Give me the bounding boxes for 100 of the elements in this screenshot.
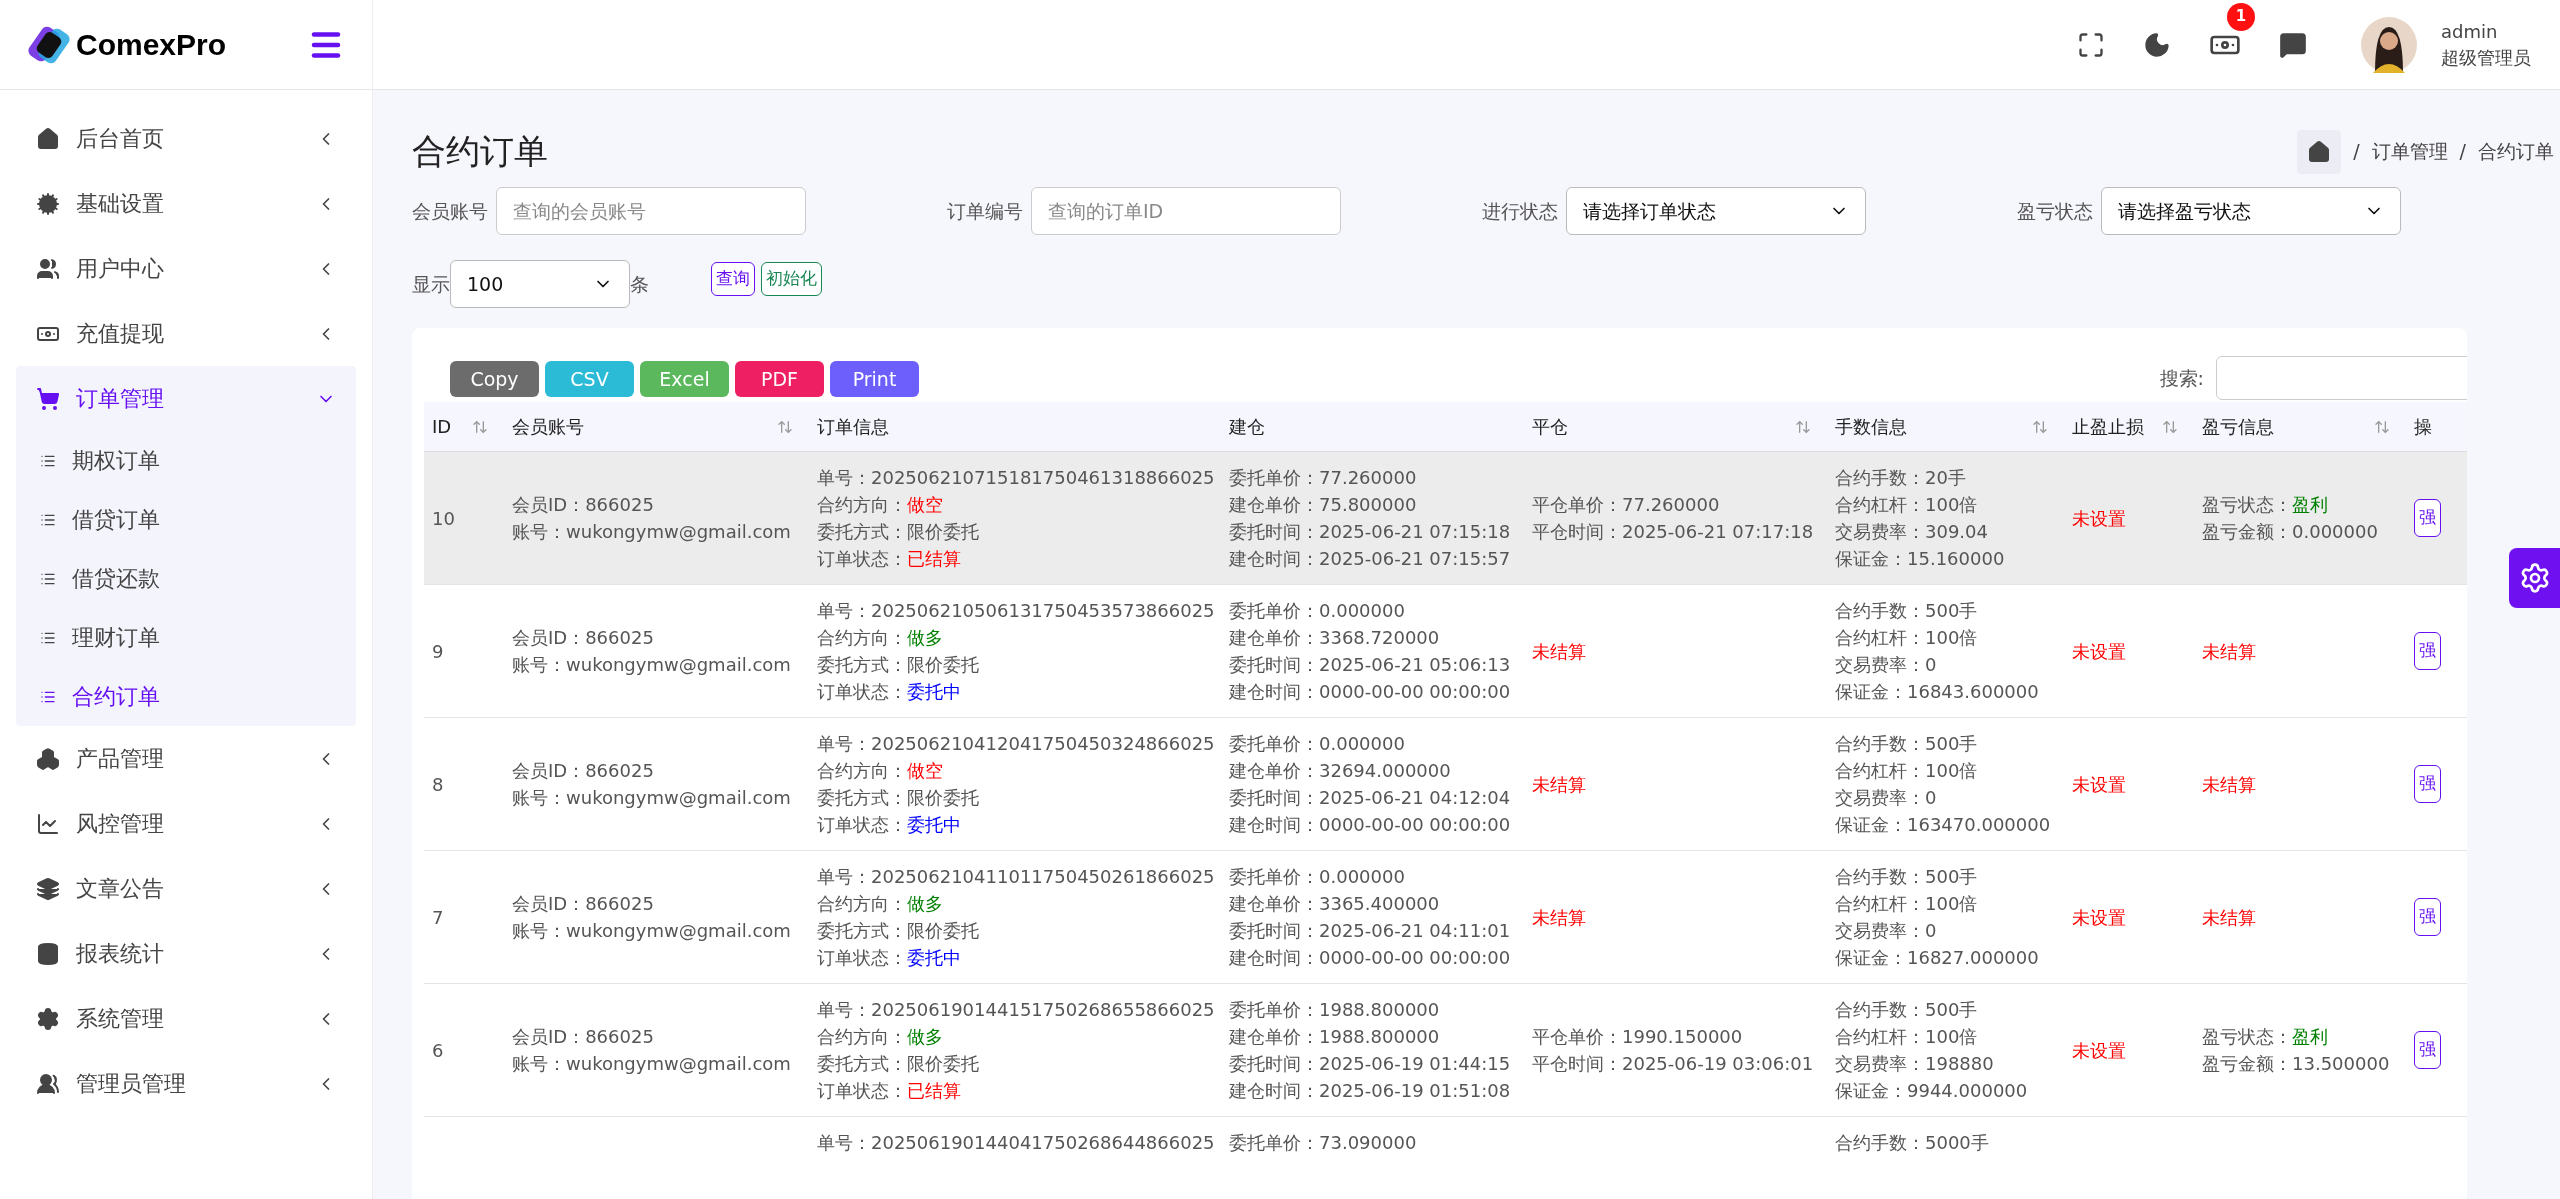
field-label: 合约手数： [1835,865,1925,889]
field-label: 委托单价： [1229,732,1319,756]
field-label: 保证金： [1835,1079,1907,1103]
notification-badge: 1 [2227,2,2255,31]
page-size-label: 显示 [412,271,450,297]
field-value: 198880 [1925,1052,1994,1076]
field-label: 单号： [817,865,871,889]
table-cell: 8 [432,773,444,795]
sidebar-item[interactable]: 文章公告 [16,856,356,921]
column-header[interactable]: 平仓 [1532,413,1568,440]
export-button[interactable]: Print [830,361,919,397]
sidebar-item[interactable]: 报表统计 [16,921,356,986]
member-text: 账号：wukongymw@gmail.com [512,520,792,544]
sidebar-item[interactable]: 后台首页 [16,106,356,171]
field-label: 交易费率： [1835,520,1925,544]
user-name: admin [2441,19,2499,44]
column-header[interactable]: 会员账号 [512,413,584,440]
status-text: 已结算 [907,547,961,571]
column-header[interactable]: 订单信息 [817,413,889,440]
sidebar-item[interactable]: 充值提现 [16,301,356,366]
field-value: 202506210715181750461318866025 [871,466,1215,490]
field-label: 合约手数： [1835,998,1925,1022]
status-text: 未结算 [1532,905,1586,930]
column-header[interactable]: 建仓 [1229,413,1265,440]
user-role: 超级管理员 [2441,45,2531,70]
field-label: 委托单价： [1229,998,1319,1022]
field-value: 限价委托 [907,653,979,677]
field-value: 15.160000 [1907,547,2005,571]
field-label: 建仓单价： [1229,626,1319,650]
member-text: 账号：wukongymw@gmail.com [512,919,792,943]
field-value: 0000-00-00 00:00:00 [1319,680,1511,704]
field-value: 20手 [1925,466,1966,490]
filter-button[interactable]: 查询 [711,262,755,296]
field-label: 合约杠杆： [1835,626,1925,650]
submenu-item[interactable]: 借贷还款 [16,549,356,608]
field-value: 2025-06-21 04:11:01 [1319,919,1511,943]
search-label: 搜索: [2159,365,2204,391]
field-value: 202506210411011750450261866025 [871,865,1215,889]
brand-name: ComexPro [76,27,227,63]
action-button[interactable]: 强 [2414,632,2441,670]
filter-input[interactable]: 查询的会员账号 [496,187,806,235]
field-label: 建仓时间： [1229,946,1319,970]
field-value: 3365.400000 [1319,892,1440,916]
field-value: 100倍 [1925,1025,1978,1049]
submenu-item[interactable]: 合约订单 [16,667,356,726]
column-header[interactable]: ID [432,413,452,440]
field-label: 平仓单价： [1532,493,1622,517]
page-size-select[interactable]: 100 [450,260,630,308]
filter-select[interactable]: 请选择订单状态 [1566,187,1866,235]
field-label: 建仓时间： [1229,547,1319,571]
field-label: 交易费率： [1835,653,1925,677]
column-header[interactable]: 止盈止损 [2072,413,2144,440]
field-value: 13.500000 [2292,1052,2390,1076]
field-value: 限价委托 [907,520,979,544]
field-value: 77.260000 [1622,493,1720,517]
sidebar-item[interactable]: 管理员管理 [16,1051,356,1116]
table-cell: 10 [432,507,455,529]
column-header[interactable]: 手数信息 [1835,413,1907,440]
column-header[interactable]: 操 [2414,413,2432,440]
field-value: 2025-06-21 04:12:04 [1319,786,1511,810]
sidebar-item[interactable]: 用户中心 [16,236,356,301]
field-label: 合约杠杆： [1835,493,1925,517]
sidebar-item[interactable]: 系统管理 [16,986,356,1051]
filter-input[interactable]: 查询的订单ID [1031,187,1341,235]
field-value: 2025-06-19 03:06:01 [1622,1052,1814,1076]
breadcrumb-item[interactable]: 订单管理 [2371,137,2448,166]
field-value: 202506190144151750268655866025 [871,998,1215,1022]
status-text: 未结算 [2202,905,2256,930]
column-header[interactable]: 盈亏信息 [2202,413,2274,440]
status-text: 未结算 [2202,639,2256,664]
filter-button[interactable]: 初始化 [761,262,822,296]
field-label: 委托方式： [817,653,907,677]
field-label: 合约方向： [817,493,907,517]
table-cell: 7 [432,906,444,928]
action-button[interactable]: 强 [2414,898,2441,936]
field-value: 2025-06-21 07:15:57 [1319,547,1511,571]
action-button[interactable]: 强 [2414,1031,2441,1069]
action-button[interactable]: 强 [2414,765,2441,803]
field-label: 单号： [817,998,871,1022]
field-label: 交易费率： [1835,919,1925,943]
filter-select[interactable]: 请选择盈亏状态 [2101,187,2401,235]
field-value: 73.090000 [1319,1131,1417,1155]
submenu-item[interactable]: 理财订单 [16,608,356,667]
submenu-item[interactable]: 期权订单 [16,431,356,490]
field-value: 2025-06-19 01:44:15 [1319,1052,1511,1076]
submenu-item[interactable]: 借贷订单 [16,490,356,549]
sidebar-item[interactable]: 基础设置 [16,171,356,236]
member-text: 会员ID：866025 [512,759,655,783]
status-text: 未结算 [2202,772,2256,797]
field-label: 委托时间： [1229,653,1319,677]
field-label: 建仓时间： [1229,1079,1319,1103]
sidebar-item[interactable]: 风控管理 [16,791,356,856]
export-button[interactable]: PDF [735,361,824,397]
status-text: 做多 [907,892,943,916]
sidebar-item[interactable]: 产品管理 [16,726,356,791]
sidebar-item[interactable]: 订单管理 [16,366,356,431]
export-button[interactable]: Copy [450,361,539,397]
action-button[interactable]: 强 [2414,499,2441,537]
status-text: 做空 [907,493,943,517]
field-label: 合约手数： [1835,1131,1925,1155]
